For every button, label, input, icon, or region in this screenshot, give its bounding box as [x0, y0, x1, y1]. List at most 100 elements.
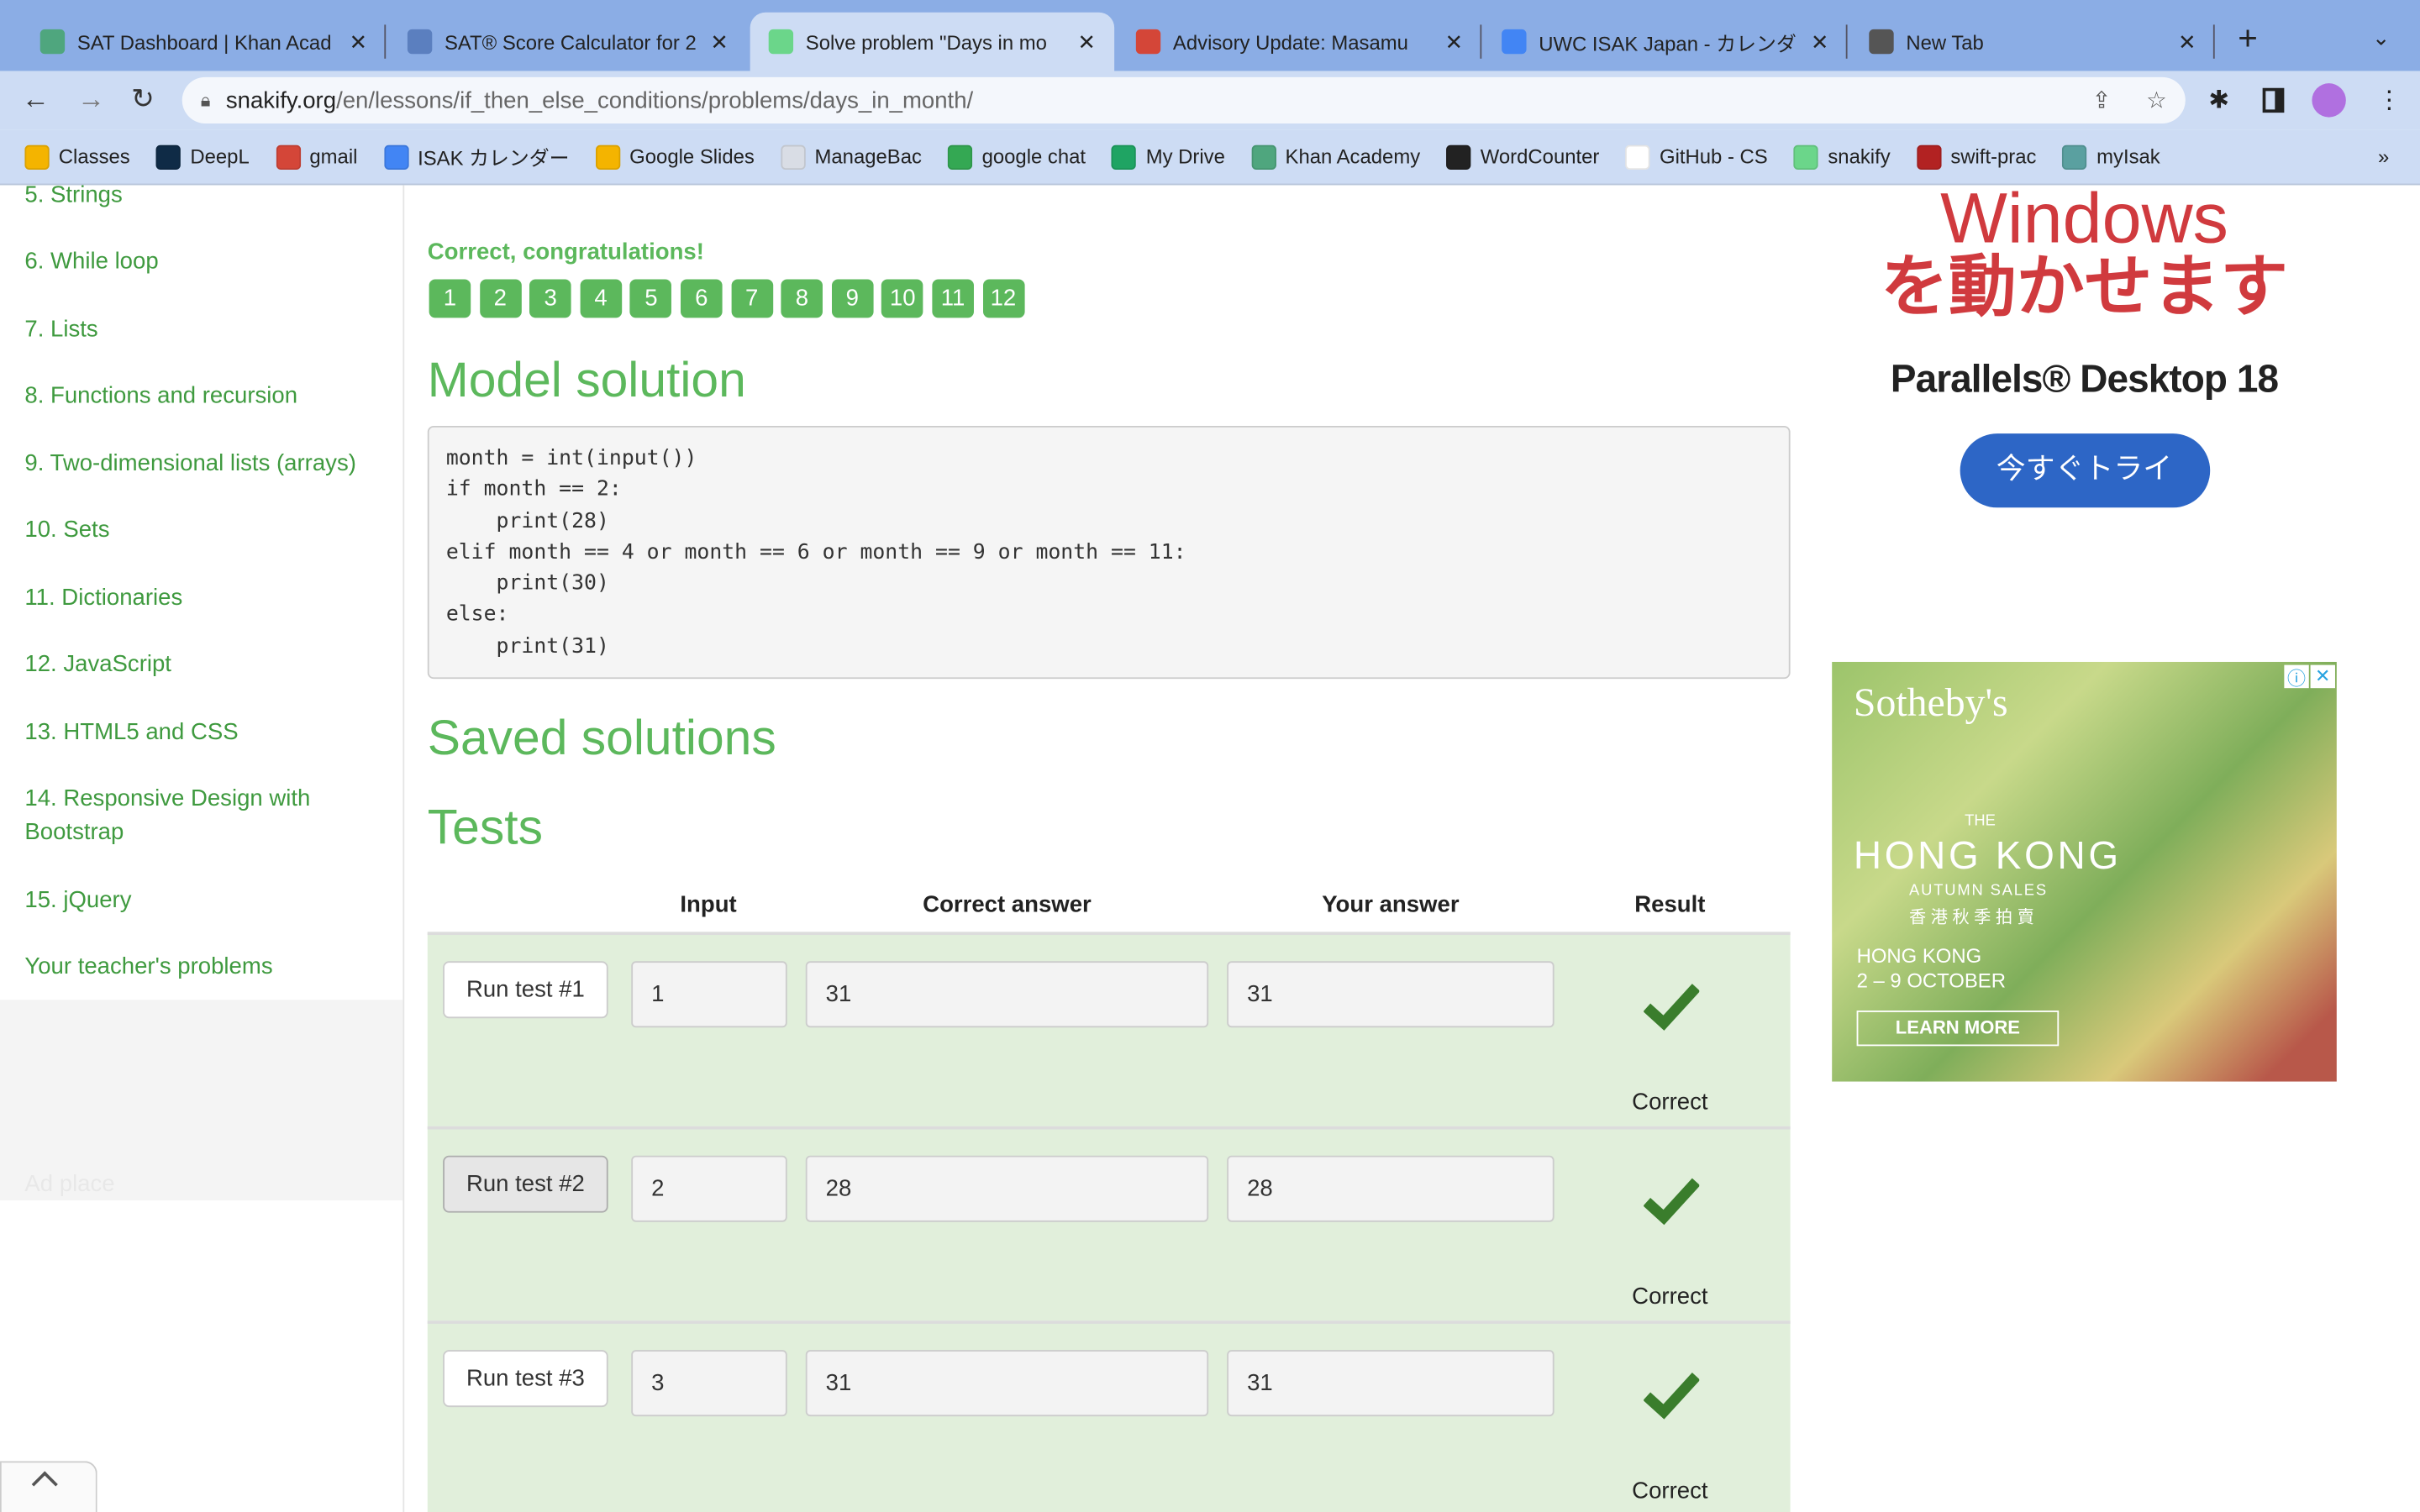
- bookmark-item[interactable]: Google Slides: [595, 142, 755, 171]
- url-path: /en/lessons/if_then_else_conditions/prob…: [336, 87, 974, 114]
- column-header-input: Input: [680, 891, 737, 918]
- correct-answer-field[interactable]: 31: [805, 1350, 1209, 1417]
- sothebys-ad[interactable]: ⓘ ✕ Sotheby's THE HONG KONG AUTUMN SALES…: [1832, 661, 2337, 1082]
- test-result: Correct: [1632, 1284, 1708, 1310]
- bookmark-item[interactable]: Khan Academy: [1251, 142, 1420, 171]
- bookmark-label: Classes: [58, 144, 130, 169]
- ad-try-now-button[interactable]: 今すぐトライ: [1959, 433, 2210, 508]
- share-icon[interactable]: ⇪: [2092, 87, 2112, 114]
- bookmark-favicon-icon: [1112, 144, 1137, 170]
- sidebar-lesson-link[interactable]: 7. Lists: [24, 313, 379, 347]
- bookmark-label: Khan Academy: [1285, 144, 1421, 169]
- sidebar-lesson-link[interactable]: 8. Functions and recursion: [24, 380, 379, 413]
- more-bookmarks-button[interactable]: »: [2378, 145, 2389, 169]
- sidebar-lesson-link[interactable]: 13. HTML5 and CSS: [24, 716, 379, 749]
- bookmark-item[interactable]: myIsak: [2062, 142, 2160, 171]
- test-row: Run test #2 2 28 28 Correct: [427, 1126, 1791, 1321]
- tab[interactable]: Solve problem "Days in mo ✕: [750, 12, 1115, 71]
- back-button[interactable]: ←: [22, 83, 50, 116]
- ad-headline-jp: を動かせます: [1881, 249, 2288, 326]
- sidebar-lesson-link[interactable]: 6. While loop: [24, 245, 379, 279]
- new-tab-button[interactable]: +: [2238, 18, 2258, 59]
- tab[interactable]: SAT® Score Calculator for 2 ✕: [389, 13, 747, 71]
- column-header-your-answer: Your answer: [1322, 891, 1460, 918]
- attempt-badge[interactable]: 9: [831, 279, 874, 318]
- run-test-button[interactable]: Run test #3: [443, 1350, 608, 1408]
- bookmark-favicon-icon: [595, 144, 621, 170]
- close-tab-icon[interactable]: ✕: [710, 29, 729, 55]
- bookmark-item[interactable]: ISAK カレンダー: [383, 142, 570, 171]
- tab[interactable]: SAT Dashboard | Khan Acad ✕: [22, 13, 387, 71]
- bookmark-item[interactable]: google chat: [948, 142, 1086, 171]
- sidebar-lesson-link[interactable]: 15. jQuery: [24, 884, 379, 917]
- bookmark-favicon-icon: [155, 144, 182, 170]
- bookmark-item[interactable]: DeepL: [155, 142, 250, 171]
- attempt-badge[interactable]: 12: [982, 279, 1024, 318]
- correct-answer-field[interactable]: 28: [805, 1155, 1209, 1222]
- sidebar-lesson-link[interactable]: 12. JavaScript: [24, 648, 379, 681]
- close-tab-icon[interactable]: ✕: [350, 29, 368, 55]
- reload-button[interactable]: ↻: [131, 83, 155, 116]
- bookmark-favicon-icon: [24, 144, 50, 170]
- your-answer-field[interactable]: 28: [1227, 1155, 1555, 1222]
- bookmark-item[interactable]: ManageBac: [781, 142, 922, 171]
- run-test-button[interactable]: Run test #1: [443, 961, 608, 1019]
- scroll-to-top-button[interactable]: [0, 1461, 97, 1512]
- profile-avatar[interactable]: [2312, 83, 2346, 118]
- bookmark-item[interactable]: Classes: [24, 142, 130, 171]
- test-input-field[interactable]: 2: [631, 1155, 787, 1222]
- attempt-badge[interactable]: 8: [781, 279, 823, 318]
- bookmark-item[interactable]: gmail: [275, 142, 358, 171]
- bookmark-label: DeepL: [190, 144, 250, 169]
- your-answer-field[interactable]: 31: [1227, 1350, 1555, 1417]
- sidebar-lesson-link[interactable]: 5. Strings: [24, 179, 379, 213]
- sidebar-lesson-link[interactable]: 9. Two-dimensional lists (arrays): [24, 448, 379, 481]
- bookmark-item[interactable]: GitHub - CS: [1625, 142, 1768, 171]
- run-test-button[interactable]: Run test #2: [443, 1155, 608, 1213]
- attempt-badge[interactable]: 7: [730, 279, 773, 318]
- test-row: Run test #1 1 31 31 Correct: [427, 932, 1791, 1126]
- attempt-badge[interactable]: 4: [580, 279, 622, 318]
- correct-answer-field[interactable]: 31: [805, 961, 1209, 1028]
- tab[interactable]: Advisory Update: Masamu ✕: [1118, 13, 1482, 71]
- attempt-badge[interactable]: 2: [479, 279, 522, 318]
- parallels-ad[interactable]: Windows を動かせます Parallels® Desktop 18 今すぐ…: [1832, 182, 2337, 555]
- bookmark-label: gmail: [309, 144, 358, 169]
- attempt-badge[interactable]: 10: [881, 279, 923, 318]
- close-tab-icon[interactable]: ✕: [1078, 29, 1097, 55]
- attempt-badge[interactable]: 1: [429, 279, 471, 318]
- tab-separator: [1845, 24, 1848, 59]
- test-input-field[interactable]: 3: [631, 1350, 787, 1417]
- bookmark-item[interactable]: snakify: [1793, 142, 1891, 171]
- ad-close-icon[interactable]: ✕: [2310, 664, 2335, 689]
- side-panel-icon[interactable]: [2262, 87, 2285, 113]
- your-answer-field[interactable]: 31: [1227, 961, 1555, 1028]
- close-tab-icon[interactable]: ✕: [1811, 29, 1829, 55]
- attempt-badge[interactable]: 3: [529, 279, 571, 318]
- tab[interactable]: New Tab ✕: [1850, 13, 2215, 71]
- attempt-badge[interactable]: 6: [680, 279, 723, 318]
- bookmark-star-icon[interactable]: ☆: [2146, 87, 2167, 114]
- sidebar-lesson-link[interactable]: 14. Responsive Design with Bootstrap: [24, 782, 379, 850]
- ad-learn-more-button[interactable]: LEARN MORE: [1856, 1011, 2060, 1047]
- sidebar-lesson-link[interactable]: Your teacher's problems: [24, 950, 379, 984]
- ad-location: HONG KONG: [1856, 944, 1982, 968]
- tab[interactable]: UWC ISAK Japan - カレンダ ✕: [1483, 13, 1848, 71]
- close-tab-icon[interactable]: ✕: [1445, 29, 1464, 55]
- extensions-icon[interactable]: ✱: [2208, 85, 2229, 116]
- bookmark-item[interactable]: My Drive: [1112, 142, 1225, 171]
- attempt-badge[interactable]: 11: [932, 279, 974, 318]
- tab-search-chevron-icon[interactable]: ⌄: [2372, 24, 2391, 50]
- sidebar-lesson-link[interactable]: 11. Dictionaries: [24, 581, 379, 615]
- forward-button[interactable]: →: [77, 83, 105, 116]
- sidebar-lesson-link[interactable]: 10. Sets: [24, 514, 379, 548]
- menu-icon[interactable]: ⋮: [2377, 85, 2402, 116]
- bookmark-label: Google Slides: [629, 144, 755, 169]
- ad-info-icon[interactable]: ⓘ: [2284, 664, 2309, 690]
- bookmark-item[interactable]: WordCounter: [1446, 142, 1599, 171]
- bookmark-item[interactable]: swift-prac: [1916, 142, 2036, 171]
- close-tab-icon[interactable]: ✕: [2178, 29, 2196, 55]
- address-bar[interactable]: 🔒︎ snakify.org/en/lessons/if_then_else_c…: [182, 76, 2186, 123]
- attempt-badge[interactable]: 5: [630, 279, 672, 318]
- test-input-field[interactable]: 1: [631, 961, 787, 1028]
